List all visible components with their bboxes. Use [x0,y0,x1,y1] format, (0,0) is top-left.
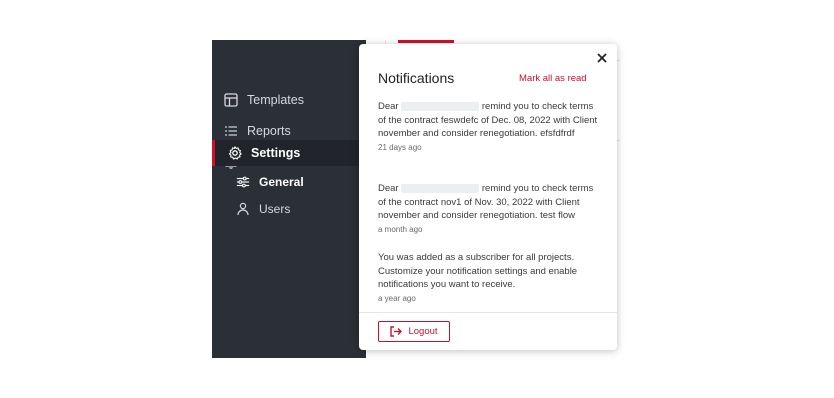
sidebar-subitem-label: Users [259,202,291,216]
logout-button[interactable]: Logout [378,321,450,342]
background-divider [617,60,620,61]
notification-text-start: remind you to check terms [481,183,594,194]
notification-body: of the contract feswdefc of Dec. 08, 202… [378,114,598,140]
user-icon [236,202,250,216]
panel-title: Notifications [378,70,455,86]
notifications-panel: Notifications Mark all as read Dear remi… [359,44,617,350]
notification-time: a year ago [378,294,416,304]
sidebar-item-templates[interactable]: Templates [212,87,366,113]
background-divider [617,140,620,141]
list-icon [224,124,238,138]
sidebar-subitem-users[interactable]: Users [212,198,366,220]
sidebar-subitem-label: General [259,175,304,189]
logout-label: Logout [408,326,438,337]
notification-item[interactable]: You was added as a subscriber for all pr… [378,251,603,305]
sidebar-item-label: Settings [251,146,301,160]
panel-divider [359,312,617,313]
notification-greeting: Dear [378,183,399,194]
notification-time: 21 days ago [378,143,422,153]
sidebar-item-label: Templates [247,93,304,107]
notification-greeting: Dear [378,101,399,112]
notification-item[interactable]: Dear remind you to check terms of the co… [378,182,603,236]
logout-icon [390,326,403,337]
notification-text-start: remind you to check terms [481,101,594,112]
templates-icon [224,93,238,107]
gear-icon [228,146,242,160]
notification-time: a month ago [378,225,423,235]
notification-body: of the contract nov1 of Nov. 30, 2022 wi… [378,196,580,222]
sidebar-subitem-general[interactable]: General [212,171,366,193]
active-tab-indicator [398,40,454,43]
redacted-name [401,101,480,111]
sidebar-item-label: Reports [247,124,291,138]
close-icon[interactable] [595,51,609,65]
sidebar-item-settings[interactable]: Settings [212,140,366,166]
notification-item[interactable]: Dear remind you to check terms of the co… [378,100,603,154]
notification-text: Dear remind you to check terms of the co… [378,182,603,223]
redacted-name [401,183,480,193]
notification-text: You was added as a subscriber for all pr… [378,252,578,291]
notification-text: Dear remind you to check terms of the co… [378,100,603,141]
sliders-icon [236,175,250,189]
mark-all-read-link[interactable]: Mark all as read [519,73,587,84]
